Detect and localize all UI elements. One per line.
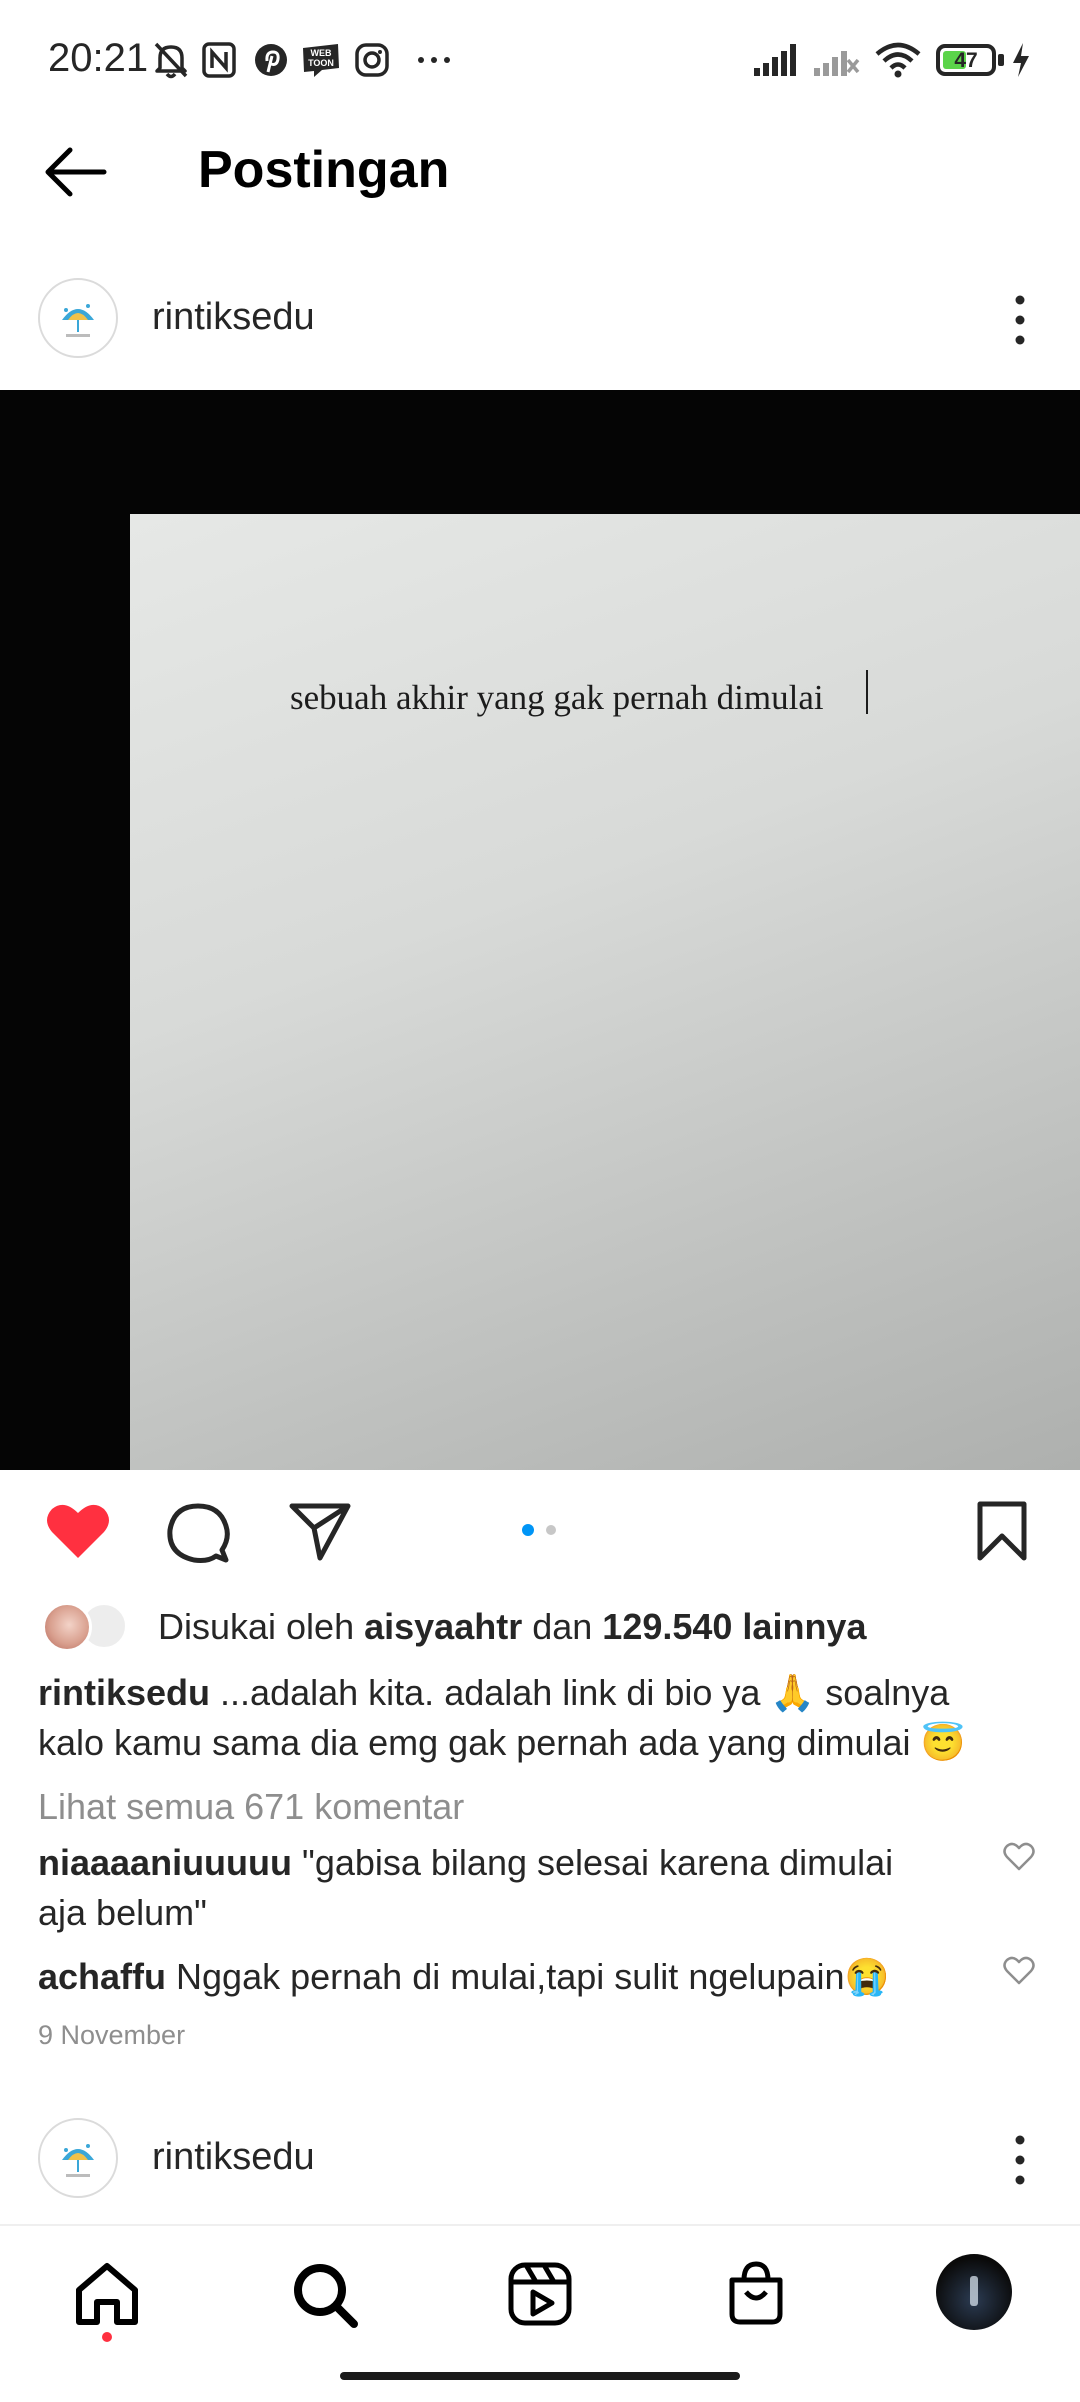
comment-item: niaaaaniuuuuu "gabisa bilang selesai kar… <box>38 1838 978 1938</box>
likes-summary[interactable]: Disukai oleh aisyaahtr dan 129.540 lainn… <box>158 1602 866 1652</box>
status-time: 20:21 <box>48 36 149 80</box>
search-icon[interactable] <box>290 2260 360 2330</box>
post-image[interactable] <box>0 390 1080 1470</box>
post-image-text: sebuah akhir yang gak pernah dimulai <box>290 678 824 717</box>
liked-by-avatars[interactable] <box>40 1600 136 1654</box>
status-bar: 20:21 WEB TOON 47 <box>0 0 1080 120</box>
battery-icon: 47 <box>936 44 996 76</box>
avatar-logo <box>62 304 94 337</box>
profile-avatar[interactable] <box>936 2254 1012 2330</box>
nfc-icon <box>202 42 236 78</box>
avatar-figure <box>970 2276 978 2306</box>
bookmark-icon[interactable] <box>974 1500 1030 1564</box>
post-author-avatar[interactable] <box>38 278 118 358</box>
comment-like-heart-icon[interactable] <box>1002 1842 1036 1872</box>
comment-icon[interactable] <box>164 1500 232 1566</box>
signal-off-icon <box>814 51 860 76</box>
likes-middle: dan <box>522 1606 603 1647</box>
more-options-icon[interactable] <box>1000 290 1040 350</box>
comment-text-line2: aja belum" <box>38 1892 207 1933</box>
post-author-username[interactable]: rintiksedu <box>152 296 315 339</box>
comment-like-heart-icon[interactable] <box>1002 1956 1036 1986</box>
instagram-icon <box>355 43 389 77</box>
battery-tip <box>998 54 1004 66</box>
page-header <box>0 120 1080 220</box>
gesture-bar[interactable] <box>340 2372 740 2380</box>
home-icon[interactable] <box>74 2262 140 2326</box>
text-cursor <box>866 670 868 714</box>
likes-user[interactable]: aisyaahtr <box>364 1606 522 1647</box>
carousel-dot-active <box>522 1524 534 1536</box>
post-date: 9 November <box>38 2020 186 2050</box>
more-options-icon[interactable] <box>1000 2130 1040 2190</box>
webtoon-icon: WEB TOON <box>303 44 339 77</box>
battery-level: 47 <box>954 49 978 72</box>
comment-item: achaffu Nggak pernah di mulai,tapi sulit… <box>38 1952 978 2002</box>
more-dots-icon <box>418 57 450 63</box>
next-post-author-username[interactable]: rintiksedu <box>152 2136 315 2179</box>
comment-text: "gabisa bilang selesai karena dimulai <box>292 1842 894 1883</box>
svg-text:WEB: WEB <box>311 48 332 58</box>
shop-icon[interactable] <box>724 2258 788 2328</box>
share-icon[interactable] <box>286 1500 354 1564</box>
paper-background <box>130 514 1080 1470</box>
page-title: Postingan <box>198 141 450 199</box>
avatar <box>42 1602 92 1652</box>
comment-text: Nggak pernah di mulai,tapi sulit ngelupa… <box>166 1956 890 1997</box>
home-notification-dot <box>102 2332 112 2342</box>
caption-username[interactable]: rintiksedu <box>38 1672 210 1713</box>
likes-prefix: Disukai oleh <box>158 1606 365 1647</box>
wifi-icon <box>875 42 921 78</box>
signal-icon <box>754 44 796 76</box>
avatar-logo <box>62 2144 94 2177</box>
likes-count[interactable]: 129.540 lainnya <box>602 1606 866 1647</box>
caption: rintiksedu ...adalah kita. adalah link d… <box>38 1668 1048 1768</box>
view-all-comments-link[interactable]: Lihat semua 671 komentar <box>38 1782 464 1832</box>
caption-line2: kalo kamu sama dia emg gak pernah ada ya… <box>38 1722 966 1763</box>
pinterest-icon <box>255 44 287 76</box>
carousel-dot <box>546 1525 556 1535</box>
charging-icon <box>1013 43 1029 77</box>
arrow-left-icon[interactable] <box>42 144 110 200</box>
caption-line1: ...adalah kita. adalah link di bio ya 🙏 … <box>210 1672 950 1713</box>
next-post-author-avatar[interactable] <box>38 2118 118 2198</box>
mute-bell-icon <box>154 42 188 79</box>
reels-icon[interactable] <box>506 2260 574 2328</box>
comment-username[interactable]: achaffu <box>38 1956 166 1997</box>
like-heart-icon[interactable] <box>44 1500 112 1562</box>
svg-text:TOON: TOON <box>308 58 334 68</box>
comment-username[interactable]: niaaaaniuuuuu <box>38 1842 292 1883</box>
